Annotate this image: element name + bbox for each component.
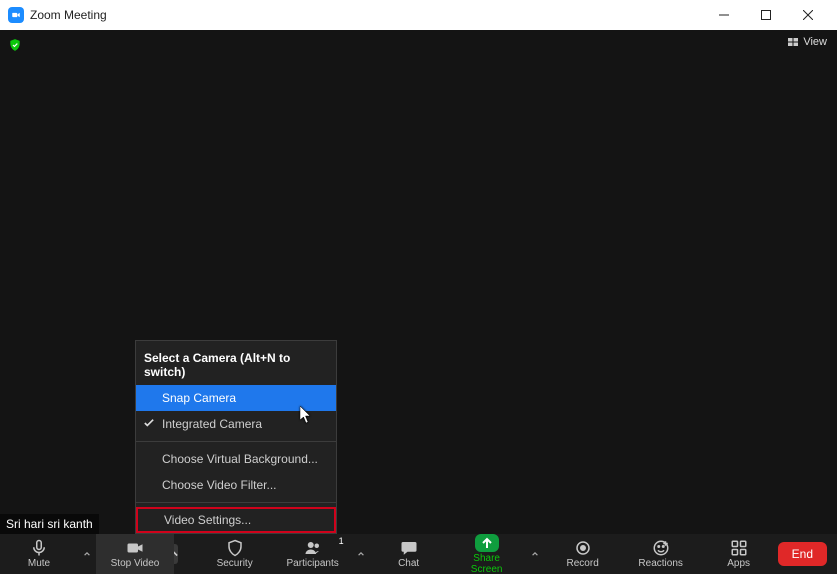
close-button[interactable]: [787, 0, 829, 30]
participants-count: 1: [339, 536, 344, 546]
record-button[interactable]: Record: [544, 534, 622, 574]
stop-video-button[interactable]: Stop Video: [96, 534, 174, 574]
view-button[interactable]: View: [787, 36, 827, 48]
reactions-button[interactable]: Reactions: [622, 534, 700, 574]
record-icon: [573, 539, 593, 557]
toolbar-label: Reactions: [638, 558, 682, 569]
mute-button[interactable]: Mute: [0, 534, 78, 574]
end-label: End: [792, 547, 813, 561]
menu-separator: [136, 502, 336, 503]
menu-item-label: Integrated Camera: [162, 417, 262, 431]
minimize-button[interactable]: [703, 0, 745, 30]
chat-icon: [399, 539, 419, 557]
toolbar-label: Mute: [28, 558, 50, 569]
menu-item-integrated-camera[interactable]: Integrated Camera: [136, 411, 336, 437]
toolbar-label: Apps: [727, 558, 750, 569]
chat-button[interactable]: Chat: [370, 534, 448, 574]
microphone-icon: [29, 539, 49, 557]
menu-item-label: Snap Camera: [162, 391, 236, 405]
toolbar-label: Stop Video: [111, 558, 160, 569]
menu-header: Select a Camera (Alt+N to switch): [136, 345, 336, 385]
menu-item-video-settings[interactable]: Video Settings...: [136, 507, 336, 533]
video-options-menu: Select a Camera (Alt+N to switch) Snap C…: [135, 340, 337, 534]
menu-separator: [136, 441, 336, 442]
menu-item-label: Video Settings...: [164, 513, 251, 527]
reactions-icon: [651, 539, 671, 557]
apps-icon: [729, 539, 749, 557]
view-icon: [787, 36, 799, 48]
participant-name-overlay: Sri hari sri kanth: [0, 514, 99, 534]
window-title: Zoom Meeting: [30, 8, 107, 22]
menu-item-virtual-background[interactable]: Choose Virtual Background...: [136, 446, 336, 472]
participants-options-caret[interactable]: [358, 551, 364, 557]
menu-item-video-filter[interactable]: Choose Video Filter...: [136, 472, 336, 498]
video-camera-icon: [125, 539, 145, 557]
window-controls: [703, 0, 829, 30]
share-options-caret[interactable]: [532, 551, 538, 557]
security-button[interactable]: Security: [196, 534, 274, 574]
share-screen-button[interactable]: Share Screen: [448, 534, 526, 574]
zoom-app-icon: [8, 7, 24, 23]
menu-item-label: Choose Video Filter...: [162, 478, 277, 492]
maximize-button[interactable]: [745, 0, 787, 30]
apps-button[interactable]: Apps: [700, 534, 778, 574]
encryption-shield-icon[interactable]: [8, 38, 22, 57]
menu-item-snap-camera[interactable]: Snap Camera: [136, 385, 336, 411]
titlebar-left: Zoom Meeting: [8, 7, 107, 23]
view-label: View: [803, 36, 827, 48]
check-icon: [144, 417, 154, 431]
meeting-toolbar: Mute Stop Video Security 1 Participants …: [0, 534, 837, 574]
end-meeting-button[interactable]: End: [778, 542, 827, 566]
toolbar-label: Record: [567, 558, 599, 569]
toolbar-label: Share Screen: [458, 553, 516, 574]
share-screen-icon: [475, 534, 499, 552]
toolbar-label: Participants: [287, 558, 339, 569]
participants-icon: [303, 539, 323, 557]
shield-icon: [225, 539, 245, 557]
audio-options-caret[interactable]: [84, 551, 90, 557]
participants-button[interactable]: 1 Participants: [274, 534, 352, 574]
toolbar-label: Chat: [398, 558, 419, 569]
window-titlebar: Zoom Meeting: [0, 0, 837, 30]
toolbar-label: Security: [217, 558, 253, 569]
toolbar-gap: [178, 534, 196, 574]
menu-item-label: Choose Virtual Background...: [162, 452, 318, 466]
meeting-stage: View Sri hari sri kanth Select a Camera …: [0, 30, 837, 534]
